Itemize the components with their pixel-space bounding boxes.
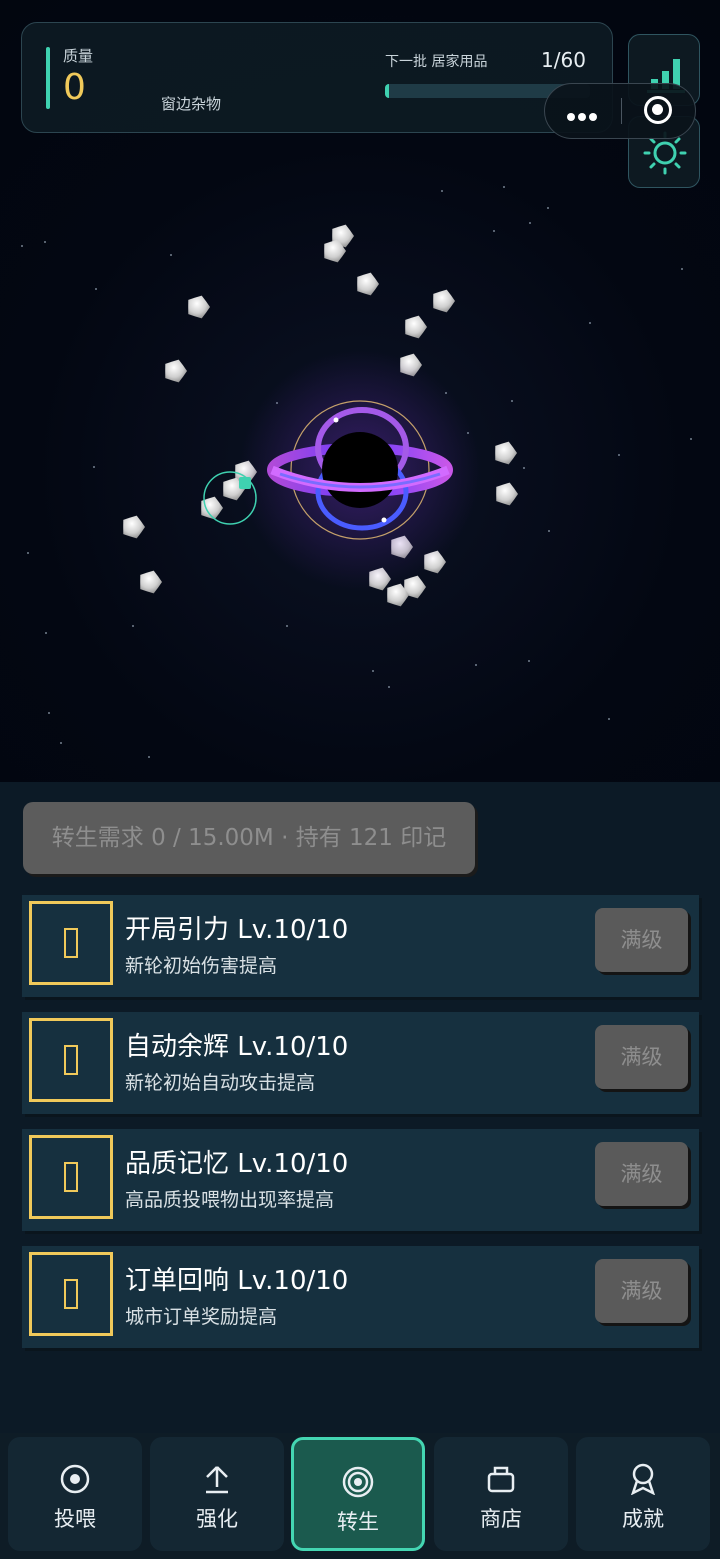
upgrade-icon [29,1018,113,1102]
mass-value: 0 [63,67,86,108]
upgrade-desc: 新轮初始伤害提高 [125,955,278,977]
shop-bag-icon [487,1466,515,1493]
nav-tab[interactable]: 成就 [576,1437,710,1551]
upgrade-level: Lv.10/10 [237,1266,349,1296]
upgrade-name: 开局引力 [125,915,230,945]
nav-tab-label: 成就 [622,1507,664,1531]
upgrade-name: 品质记忆 [125,1149,230,1179]
black-hole[interactable] [240,350,480,590]
max-level-button[interactable]: 满级 [595,1259,688,1323]
upgrade-icon [29,1135,113,1219]
debris-chunk[interactable] [188,295,210,319]
max-level-button[interactable]: 满级 [595,1142,688,1206]
upgrade-card: 自动余辉 Lv.10/10 新轮初始自动攻击提高 满级 [22,1012,699,1114]
nav-tab-label: 商店 [480,1507,522,1531]
next-batch-label: 下一批 居家用品 [385,54,488,70]
upgrade-desc: 城市订单奖励提高 [125,1306,278,1328]
placeholder-icon [64,1162,78,1192]
upgrade-name: 自动余辉 [125,1032,230,1062]
upgrade-card: 订单回响 Lv.10/10 城市订单奖励提高 满级 [22,1246,699,1348]
debris-chunk[interactable] [165,359,187,383]
upgrade-desc: 高品质投喂物出现率提高 [125,1189,335,1211]
upgrade-name: 订单回响 [125,1266,230,1296]
location-name: 窗边杂物 [161,95,222,113]
upgrade-icon [29,1252,113,1336]
mass-label: 质量 [63,47,94,65]
ring-icon [342,1466,374,1498]
max-level-button[interactable]: 满级 [595,1025,688,1089]
max-level-button[interactable]: 满级 [595,908,688,972]
upgrade-desc: 新轮初始自动攻击提高 [125,1072,316,1094]
next-batch-count: 1/60 [541,48,586,72]
nav-tab-label: 投喂 [54,1507,96,1531]
mass-panel: 质量 0 窗边杂物 下一批 居家用品 1/60 [21,22,613,133]
placeholder-icon [64,1279,78,1309]
upgrade-card: 开局引力 Lv.10/10 新轮初始伤害提高 满级 [22,895,699,997]
placeholder-icon [64,928,78,958]
upgrade-title: 开局引力 Lv.10/10 [125,909,348,946]
upgrade-title: 订单回响 Lv.10/10 [125,1260,348,1297]
item-tag [239,477,251,489]
miniprogram-capsule [544,83,696,139]
mass-accent-bar [46,47,50,109]
nav-tab[interactable]: 转生 [291,1437,425,1551]
upload-arrow-icon [206,1466,228,1494]
debris-chunk[interactable] [357,272,379,296]
nav-tab[interactable]: 强化 [150,1437,284,1551]
upgrade-title: 自动余辉 Lv.10/10 [125,1026,348,1063]
capsule-divider [621,98,622,124]
debris-chunk[interactable] [123,515,145,539]
upgrade-card: 品质记忆 Lv.10/10 高品质投喂物出现率提高 满级 [22,1129,699,1231]
nav-tab-label: 强化 [196,1507,238,1531]
rebirth-requirement-button[interactable]: 转生需求 0 / 15.00M · 持有 121 印记 [23,802,475,874]
close-target-icon[interactable] [644,96,672,124]
upgrade-icon [29,901,113,985]
placeholder-icon [64,1045,78,1075]
upgrade-title: 品质记忆 Lv.10/10 [125,1143,348,1180]
upgrade-level: Lv.10/10 [237,915,349,945]
debris-chunk[interactable] [405,315,427,339]
upgrade-level: Lv.10/10 [237,1149,349,1179]
more-icon[interactable] [567,106,600,125]
upgrade-level: Lv.10/10 [237,1032,349,1062]
game-field[interactable]: 质量 0 窗边杂物 下一批 居家用品 1/60 [0,0,720,782]
nav-tab[interactable]: 商店 [434,1437,568,1551]
medal-icon [631,1463,655,1495]
nav-tab-label: 转生 [337,1510,379,1534]
debris-chunk[interactable] [495,441,517,465]
debris-chunk[interactable] [496,482,518,506]
debris-chunk[interactable] [433,289,455,313]
target-icon [60,1464,90,1494]
bottom-nav: 投喂 强化 转生 商店 成就 [0,1433,720,1559]
debris-chunk[interactable] [140,570,162,594]
nav-tab[interactable]: 投喂 [8,1437,142,1551]
batch-progress-fill [385,84,390,98]
